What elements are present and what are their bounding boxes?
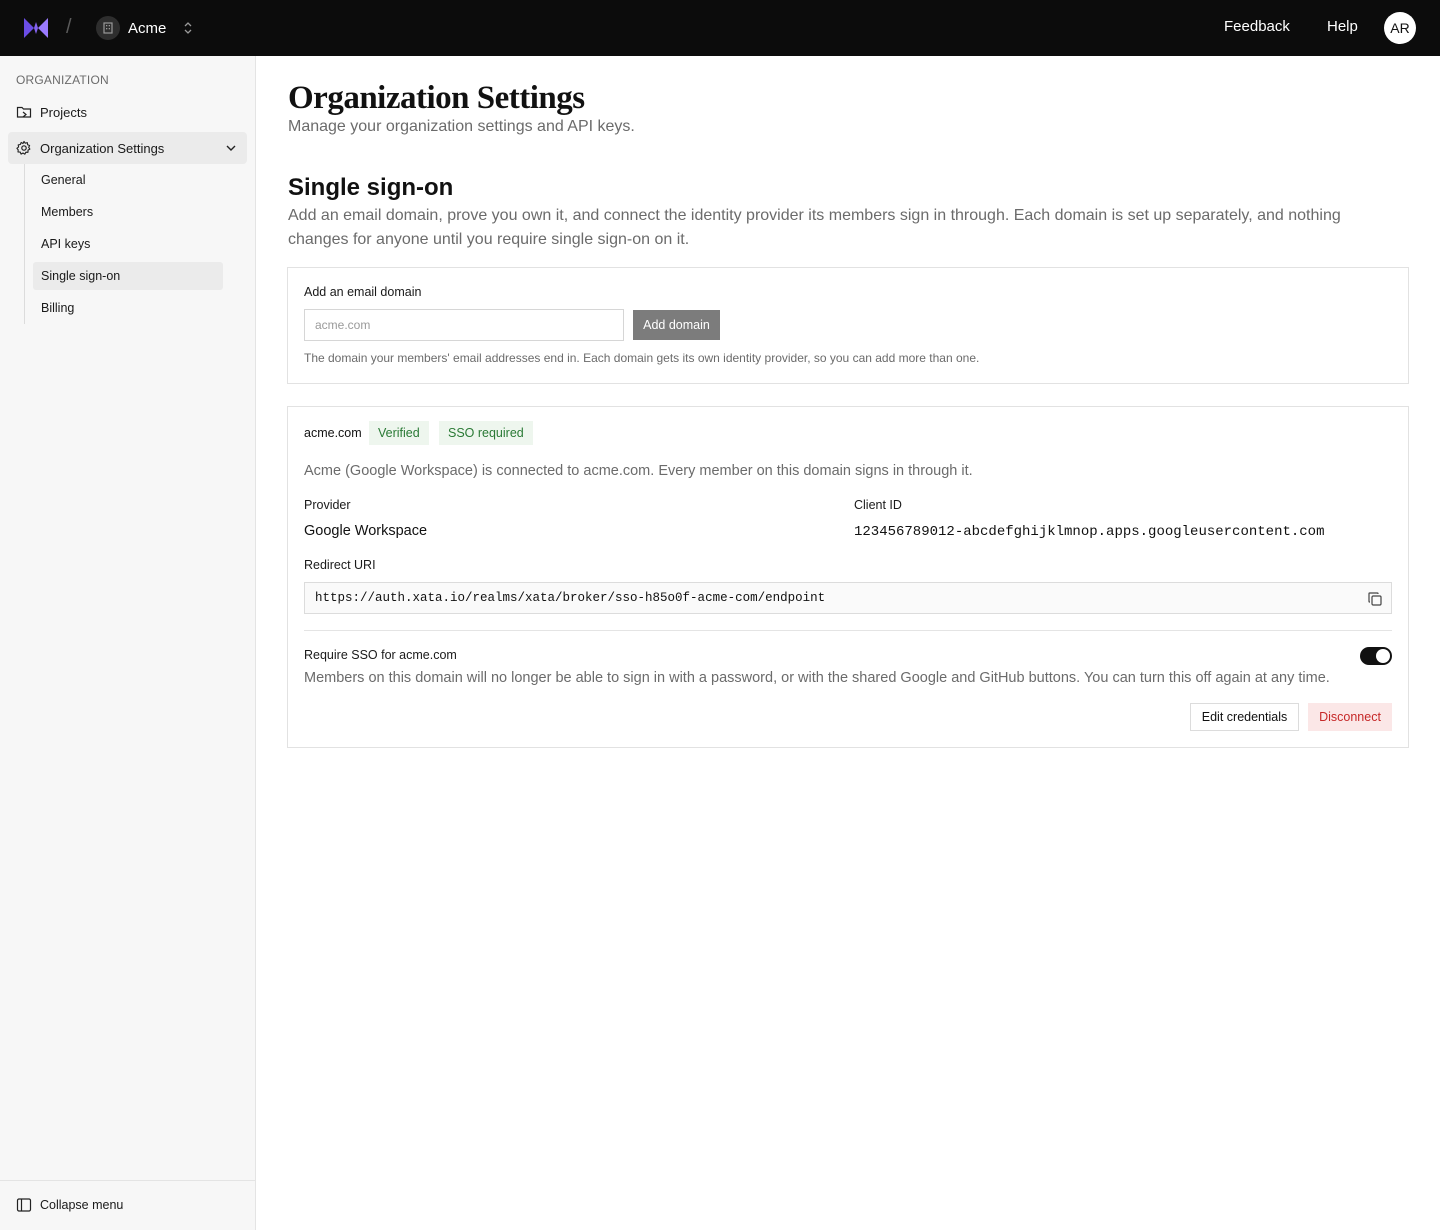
sidebar-item-projects[interactable]: Projects [8,96,247,128]
sidebar-item-general[interactable]: General [33,166,223,194]
org-switcher[interactable]: Acme [96,16,194,40]
divider [304,630,1392,631]
disconnect-button[interactable]: Disconnect [1308,703,1392,731]
section-description: Add an email domain, prove you own it, a… [288,207,1341,248]
chevron-up-down-icon [184,22,192,34]
breadcrumb-separator: / [66,16,72,38]
page-subtitle: Manage your organization settings and AP… [288,118,635,135]
section-title: Single sign-on [288,174,454,201]
client-id-label: Client ID [854,498,902,512]
feedback-link[interactable]: Feedback [1224,18,1290,35]
verified-badge: Verified [369,421,429,445]
client-id-value: 123456789012-abcdefghijklmnop.apps.googl… [854,524,1325,540]
add-domain-help: The domain your members' email addresses… [304,351,980,365]
sidebar-item-single-sign-on[interactable]: Single sign-on [33,262,223,290]
toggle-knob [1376,649,1390,663]
sidebar-section-label: ORGANIZATION [16,73,109,87]
copy-icon[interactable] [1365,589,1385,609]
sidebar-item-members[interactable]: Members [33,198,223,226]
domain-status-text: Acme (Google Workspace) is connected to … [304,463,973,479]
sidebar-tree-line [24,164,25,324]
sidebar-panel-icon [16,1198,32,1212]
add-domain-label: Add an email domain [304,285,422,299]
sidebar-item-label: Organization Settings [40,140,165,156]
require-sso-description: Members on this domain will no longer be… [304,670,1330,686]
collapse-menu-label: Collapse menu [40,1198,124,1212]
redirect-uri-field: https://auth.xata.io/realms/xata/broker/… [304,582,1392,614]
add-domain-button[interactable]: Add domain [633,310,720,340]
domain-card: acme.com Verified SSO required Acme (Goo… [287,406,1409,748]
sidebar-item-organization-settings[interactable]: Organization Settings [8,132,247,164]
sidebar: ORGANIZATION Projects Organization Setti… [0,56,256,1230]
provider-value: Google Workspace [304,523,428,539]
sidebar-footer: Collapse menu [0,1180,255,1230]
sidebar-item-label: Projects [40,104,87,120]
require-sso-toggle[interactable] [1360,647,1392,665]
sidebar-item-billing[interactable]: Billing [33,294,223,322]
redirect-uri-value: https://auth.xata.io/realms/xata/broker/… [315,591,826,605]
user-avatar[interactable]: AR [1384,12,1416,44]
provider-label: Provider [304,498,351,512]
sidebar-item-api-keys[interactable]: API keys [33,230,223,258]
butterfly-logo-icon[interactable] [22,16,50,40]
sso-required-badge: SSO required [439,421,533,445]
redirect-uri-label: Redirect URI [304,558,376,572]
page-title: Organization Settings [288,80,585,116]
domain-input[interactable] [304,309,624,341]
top-bar: / Acme Feedback Help AR [0,0,1440,56]
domain-name: acme.com [304,426,362,440]
chevron-down-icon [226,145,236,151]
org-name: Acme [128,19,167,37]
require-sso-label: Require SSO for acme.com [304,648,457,662]
edit-credentials-button[interactable]: Edit credentials [1190,703,1299,731]
add-domain-card: Add an email domain Add domain The domai… [287,267,1409,384]
gear-icon [16,140,31,155]
building-icon [96,16,120,40]
help-link[interactable]: Help [1327,18,1358,35]
collapse-menu-button[interactable]: Collapse menu [16,1197,123,1213]
folder-icon [16,106,32,118]
